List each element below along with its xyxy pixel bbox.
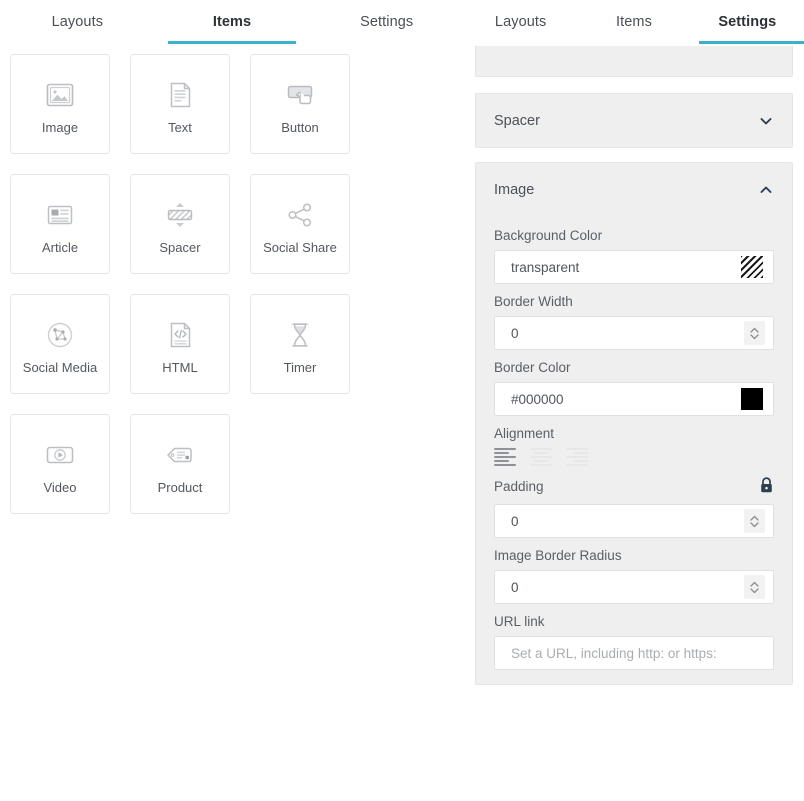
item-card-product[interactable]: Product	[130, 414, 230, 514]
item-card-social-share[interactable]: Social Share	[250, 174, 350, 274]
html-code-icon	[163, 314, 197, 356]
label-text: Padding	[494, 479, 544, 494]
tab-items-left[interactable]: Items	[155, 0, 310, 44]
border-width-field[interactable]: 0	[494, 316, 774, 350]
alignment-label: Alignment	[494, 426, 774, 441]
chevron-up-icon	[758, 182, 774, 198]
spacer-icon	[162, 194, 198, 236]
align-left-icon[interactable]	[494, 448, 516, 466]
settings-scroll-area[interactable]: Spacer Image Background Color transparen…	[464, 44, 804, 801]
text-document-icon	[163, 74, 197, 116]
padding-label: Padding	[494, 476, 774, 497]
background-color-label: Background Color	[494, 228, 774, 243]
item-card-label: Button	[281, 119, 319, 135]
url-link-placeholder: Set a URL, including http: or https:	[511, 645, 717, 661]
accordion-header-spacer[interactable]: Spacer	[476, 94, 792, 147]
border-color-label: Border Color	[494, 360, 774, 375]
item-card-image[interactable]: Image	[10, 54, 110, 154]
image-border-radius-field[interactable]: 0	[494, 570, 774, 604]
accordion-section-partial[interactable]	[475, 46, 793, 77]
tab-label: Items	[212, 14, 252, 30]
tab-layouts-right[interactable]: Layouts	[464, 0, 577, 44]
item-card-label: Social Share	[263, 239, 337, 255]
label-text: Border Width	[494, 294, 573, 309]
right-panel: Layouts Items Settings Spacer Image Back…	[464, 0, 804, 801]
item-card-label: Spacer	[159, 239, 201, 255]
tab-label: Settings	[360, 14, 414, 30]
item-card-text[interactable]: Text	[130, 54, 230, 154]
lock-closed-icon[interactable]	[759, 476, 774, 497]
background-color-value: transparent	[511, 259, 580, 275]
button-click-icon	[282, 74, 318, 116]
accordion-section-image: Image Background Color transparent Borde…	[475, 162, 793, 685]
builder-app: Layouts Items Settings Image Text Button…	[0, 0, 804, 801]
chevron-down-icon	[758, 113, 774, 129]
accordion-section-spacer: Spacer	[475, 93, 793, 148]
label-text: Alignment	[494, 426, 555, 441]
item-card-article[interactable]: Article	[10, 174, 110, 274]
align-center-icon[interactable]	[530, 448, 552, 466]
item-card-video[interactable]: Video	[10, 414, 110, 514]
tab-settings-right[interactable]: Settings	[691, 0, 804, 44]
stepper-updown-icon[interactable]	[744, 575, 765, 599]
background-color-field[interactable]: transparent	[494, 250, 774, 284]
product-tag-icon	[162, 434, 198, 476]
align-right-icon[interactable]	[566, 448, 588, 466]
label-text: Background Color	[494, 228, 603, 243]
url-link-field[interactable]: Set a URL, including http: or https:	[494, 636, 774, 670]
border-color-swatch[interactable]	[741, 388, 763, 410]
item-card-label: Timer	[283, 359, 317, 375]
border-color-value: #000000	[511, 391, 564, 407]
padding-value: 0	[511, 513, 519, 529]
border-color-field[interactable]: #000000	[494, 382, 774, 416]
tab-label: Layouts	[494, 14, 547, 30]
padding-field[interactable]: 0	[494, 504, 774, 538]
item-card-label: Text	[168, 119, 192, 135]
video-play-icon	[43, 434, 77, 476]
stepper-updown-icon[interactable]	[744, 321, 765, 345]
label-text: Border Color	[494, 360, 571, 375]
item-card-label: Social Media	[22, 359, 98, 375]
stepper-updown-icon[interactable]	[744, 509, 765, 533]
accordion-body-image: Background Color transparent Border Widt…	[476, 216, 792, 684]
hourglass-timer-icon	[283, 314, 317, 356]
alignment-control	[494, 448, 774, 466]
social-share-icon	[283, 194, 317, 236]
accordion-header-image[interactable]: Image	[476, 163, 792, 216]
tab-label: Settings	[718, 14, 777, 30]
item-card-label: Image	[41, 119, 79, 135]
item-card-button[interactable]: Button	[250, 54, 350, 154]
label-text: URL link	[494, 614, 545, 629]
left-panel-tabbar: Layouts Items Settings	[0, 0, 464, 44]
tab-items-right[interactable]: Items	[577, 0, 690, 44]
tab-settings-left[interactable]: Settings	[309, 0, 464, 44]
article-icon	[43, 194, 77, 236]
tab-label: Layouts	[51, 14, 104, 30]
url-link-label: URL link	[494, 614, 774, 629]
border-width-value: 0	[511, 325, 519, 341]
image-border-radius-value: 0	[511, 579, 519, 595]
right-panel-tabbar: Layouts Items Settings	[464, 0, 804, 44]
accordion-title: Image	[494, 181, 535, 198]
left-panel: Layouts Items Settings Image Text Button…	[0, 0, 464, 801]
tab-layouts-left[interactable]: Layouts	[0, 0, 155, 44]
item-card-label: Article	[41, 239, 79, 255]
social-media-network-icon	[43, 314, 77, 356]
items-grid: Image Text Button Article Spacer Social …	[0, 44, 370, 534]
item-card-label: Product	[157, 479, 203, 495]
transparent-checker-swatch[interactable]	[741, 256, 763, 278]
tab-label: Items	[616, 14, 652, 30]
item-card-label: Video	[43, 479, 77, 495]
label-text: Image Border Radius	[494, 548, 622, 563]
image-border-radius-label: Image Border Radius	[494, 548, 774, 563]
item-card-html[interactable]: HTML	[130, 294, 230, 394]
item-card-social-media[interactable]: Social Media	[10, 294, 110, 394]
border-width-label: Border Width	[494, 294, 774, 309]
image-icon	[43, 74, 77, 116]
item-card-timer[interactable]: Timer	[250, 294, 350, 394]
accordion-title: Spacer	[494, 112, 540, 129]
item-card-spacer[interactable]: Spacer	[130, 174, 230, 274]
item-card-label: HTML	[162, 359, 198, 375]
